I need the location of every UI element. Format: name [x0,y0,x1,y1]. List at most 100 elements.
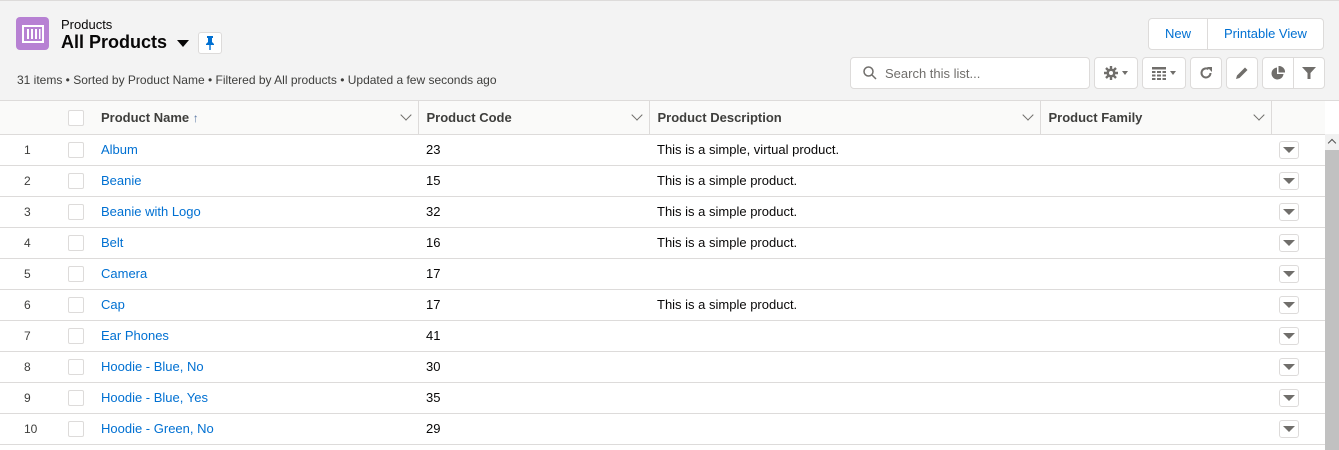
refresh-button[interactable] [1190,57,1222,89]
caret-down-icon [1283,208,1295,215]
product-family-cell [1040,196,1271,228]
product-family-cell [1040,413,1271,445]
caret-down-icon [1283,146,1295,153]
row-actions-button[interactable] [1279,326,1299,345]
row-number: 9 [0,382,60,414]
row-actions-button[interactable] [1279,202,1299,221]
pencil-icon [1236,67,1248,79]
row-actions-button[interactable] [1279,357,1299,376]
list-title: All Products [61,32,168,52]
product-description-cell [649,413,1040,445]
product-name-link[interactable]: Belt [101,235,123,250]
display-as-button[interactable] [1142,57,1186,89]
product-name-link[interactable]: Hoodie - Blue, Yes [101,390,208,405]
column-header-product-family[interactable]: Product Family [1040,101,1272,135]
scrollbar-thumb[interactable] [1325,150,1339,450]
product-name-link[interactable]: Camera [101,266,147,281]
row-actions-button[interactable] [1279,388,1299,407]
product-code-cell: 41 [418,320,649,352]
row-checkbox[interactable] [68,265,84,282]
search-icon [863,66,877,80]
caret-down-icon [177,40,190,47]
action-buttons: New Printable View [1148,18,1324,50]
chevron-down-icon[interactable] [1252,109,1265,121]
refresh-icon [1200,67,1212,79]
product-description-cell: This is a simple, virtual product. [649,134,1040,166]
gear-icon [1104,66,1118,80]
table-row: 8 Hoodie - Blue, No 30 [0,351,1325,383]
row-checkbox[interactable] [68,203,84,220]
sort-ascending-icon: ↑ [192,110,199,125]
row-checkbox[interactable] [68,358,84,375]
product-object-icon [16,17,49,50]
product-name-link[interactable]: Hoodie - Blue, No [101,359,204,374]
product-description-cell: This is a simple product. [649,227,1040,259]
row-checkbox[interactable] [68,389,84,406]
list-view-header: Products All Products 31 items • Sorted … [0,0,1339,101]
list-info: 31 items • Sorted by Product Name • Filt… [17,73,497,87]
product-family-cell [1040,134,1271,166]
row-checkbox[interactable] [68,327,84,344]
product-description-cell [649,258,1040,290]
row-checkbox[interactable] [68,141,84,158]
table-row: 6 Cap 17 This is a simple product. [0,289,1325,321]
inline-edit-button[interactable] [1226,57,1258,89]
row-actions-button[interactable] [1279,264,1299,283]
column-header-product-description[interactable]: Product Description [649,101,1041,135]
select-all-checkbox[interactable] [68,109,84,126]
column-header-product-name[interactable]: Product Name ↑ [93,101,419,135]
product-family-cell [1040,165,1271,197]
row-actions-button[interactable] [1279,295,1299,314]
chevron-down-icon[interactable] [399,109,412,121]
chevron-down-icon[interactable] [630,109,643,121]
caret-down-icon [1283,363,1295,370]
row-actions-button[interactable] [1279,171,1299,190]
filter-icon [1301,67,1316,79]
product-code-cell: 16 [418,227,649,259]
products-table: Product Name ↑ Product Code Product Desc… [0,101,1325,445]
product-name-link[interactable]: Beanie with Logo [101,204,201,219]
chevron-down-icon[interactable] [1021,109,1034,121]
row-checkbox[interactable] [68,296,84,313]
product-name-link[interactable]: Ear Phones [101,328,169,343]
product-description-cell: This is a simple product. [649,165,1040,197]
filters-button[interactable] [1294,58,1324,88]
scroll-up-icon[interactable] [1327,138,1337,148]
product-name-link[interactable]: Hoodie - Green, No [101,421,214,436]
list-settings-button[interactable] [1094,57,1138,89]
new-button[interactable]: New [1149,19,1207,49]
product-name-link[interactable]: Cap [101,297,125,312]
caret-down-icon [1283,177,1295,184]
product-description-cell: This is a simple product. [649,196,1040,228]
product-description-cell: This is a simple product. [649,289,1040,321]
product-family-cell [1040,258,1271,290]
search-input[interactable]: Search this list... [850,57,1090,89]
row-number: 6 [0,289,60,321]
row-checkbox[interactable] [68,172,84,189]
row-number: 10 [0,413,60,445]
product-name-link[interactable]: Beanie [101,173,141,188]
table-row: 4 Belt 16 This is a simple product. [0,227,1325,259]
product-family-cell [1040,351,1271,383]
pin-list-button[interactable] [198,32,222,54]
row-checkbox[interactable] [68,234,84,251]
caret-down-icon [1283,301,1295,308]
chart-filter-group [1262,57,1325,89]
table-row: 10 Hoodie - Green, No 29 [0,413,1325,445]
row-checkbox[interactable] [68,420,84,437]
charts-button[interactable] [1263,58,1294,88]
pin-icon [206,36,214,50]
list-view-selector[interactable]: All Products [61,32,190,53]
row-actions-button[interactable] [1279,140,1299,159]
row-actions-button[interactable] [1279,419,1299,438]
printable-view-button[interactable]: Printable View [1207,19,1323,49]
product-family-cell [1040,320,1271,352]
product-description-cell [649,351,1040,383]
column-header-product-code[interactable]: Product Code [418,101,650,135]
caret-down-icon [1283,394,1295,401]
row-actions-button[interactable] [1279,233,1299,252]
vertical-scrollbar[interactable] [1325,134,1339,450]
product-name-link[interactable]: Album [101,142,138,157]
row-number: 7 [0,320,60,352]
chart-icon [1271,66,1285,80]
